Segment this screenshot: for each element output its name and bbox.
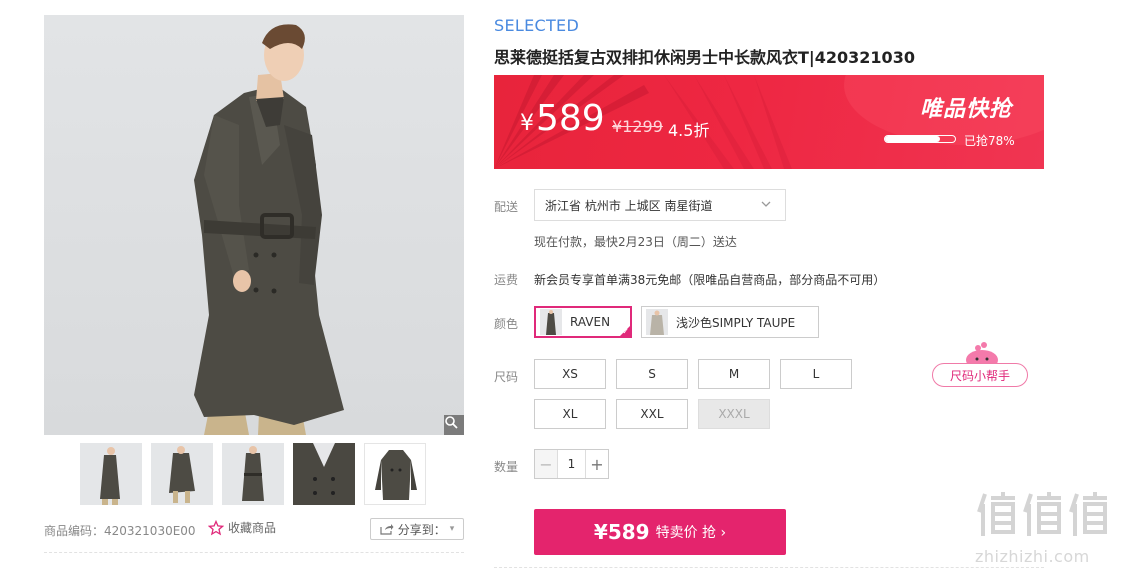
- quantity-value[interactable]: 1: [558, 450, 585, 478]
- size-helper-button[interactable]: 尺码小帮手: [932, 363, 1028, 387]
- color-label: 颜色: [494, 317, 519, 331]
- size-xs[interactable]: XS: [534, 359, 606, 389]
- share-dropdown-icon: ▾: [449, 524, 455, 534]
- color-option-raven[interactable]: RAVEN ✓: [534, 306, 632, 338]
- thumbnail-strip: [80, 443, 426, 505]
- divider: [494, 567, 1044, 568]
- quantity-label: 数量: [494, 460, 519, 474]
- size-label: 尺码: [494, 370, 519, 384]
- watermark: zhizhizhi.com: [975, 490, 1115, 566]
- thumbnail-3[interactable]: [222, 443, 284, 505]
- color-swatch-taupe: [646, 309, 668, 335]
- original-price: ¥1299: [612, 117, 663, 136]
- star-icon: [208, 519, 224, 535]
- share-button[interactable]: 分享到： ▾: [370, 518, 464, 540]
- currency-symbol: ¥: [520, 111, 534, 136]
- sold-progress-bar: [884, 135, 956, 143]
- product-title: 思莱德挺括复古双排扣休闲男士中长款风衣T|420321030: [494, 48, 915, 67]
- decrease-button[interactable]: −: [535, 450, 558, 478]
- size-xxl[interactable]: XXL: [616, 399, 688, 429]
- buy-now-button[interactable]: ¥589 特卖价 抢 ›: [534, 509, 786, 555]
- buy-price: ¥589: [593, 520, 650, 544]
- discount-label: 4.5折: [668, 121, 710, 140]
- color-name: RAVEN: [570, 315, 611, 329]
- flash-sale-banner: ¥ 589 ¥1299 4.5折 唯品快抢 已抢78%: [494, 75, 1044, 169]
- size-xxxl: XXXL: [698, 399, 770, 429]
- size-s[interactable]: S: [616, 359, 688, 389]
- check-icon: ✓: [622, 327, 629, 336]
- size-m[interactable]: M: [698, 359, 770, 389]
- buy-label: 特卖价 抢 ›: [655, 525, 727, 541]
- quantity-stepper: − 1 +: [534, 449, 609, 479]
- address-select[interactable]: 浙江省 杭州市 上城区 南星街道: [534, 189, 786, 221]
- share-label: 分享到：: [397, 522, 446, 537]
- color-swatch-raven: [540, 309, 562, 335]
- thumbnail-2[interactable]: [151, 443, 213, 505]
- sale-price: ¥ 589: [520, 101, 605, 137]
- thumbnail-1[interactable]: [80, 443, 142, 505]
- size-xl[interactable]: XL: [534, 399, 606, 429]
- increase-button[interactable]: +: [585, 450, 608, 478]
- chevron-down-icon: [761, 201, 771, 207]
- shipping-info: 新会员专享首单满38元免邮（限唯品自营商品，部分商品不可用）: [534, 273, 886, 287]
- sale-price-value: 589: [536, 98, 605, 139]
- main-product-image[interactable]: [44, 15, 464, 435]
- thumbnail-5[interactable]: [364, 443, 426, 505]
- sold-percent: 已抢78%: [964, 134, 1015, 148]
- flash-sale-title: 唯品快抢: [919, 97, 1012, 122]
- sold-progress-fill: [885, 136, 940, 142]
- color-name: 浅沙色SIMPLY TAUPE: [676, 315, 796, 330]
- favorite-label: 收藏商品: [228, 521, 277, 535]
- brand-name[interactable]: SELECTED: [494, 16, 579, 35]
- favorite-button[interactable]: 收藏商品: [208, 519, 276, 536]
- zoom-icon[interactable]: [444, 415, 464, 435]
- size-l[interactable]: L: [780, 359, 852, 389]
- address-value: 浙江省 杭州市 上城区 南星街道: [545, 198, 713, 213]
- model-illustration: [194, 24, 344, 435]
- color-option-taupe[interactable]: 浅沙色SIMPLY TAUPE: [641, 306, 819, 338]
- watermark-logo: [975, 490, 1115, 547]
- delivery-estimate: 现在付款，最快2月23日（周二）送达: [534, 235, 737, 249]
- goods-code: 商品编码：420321030E00: [44, 524, 196, 538]
- divider: [44, 552, 464, 553]
- goods-meta-bar: 商品编码：420321030E00 收藏商品 分享到： ▾: [44, 518, 464, 542]
- shipping-label: 运费: [494, 273, 519, 287]
- delivery-label: 配送: [494, 200, 519, 214]
- thumbnail-4[interactable]: [293, 443, 355, 505]
- share-icon: [380, 524, 394, 535]
- watermark-url: zhizhizhi.com: [975, 547, 1090, 566]
